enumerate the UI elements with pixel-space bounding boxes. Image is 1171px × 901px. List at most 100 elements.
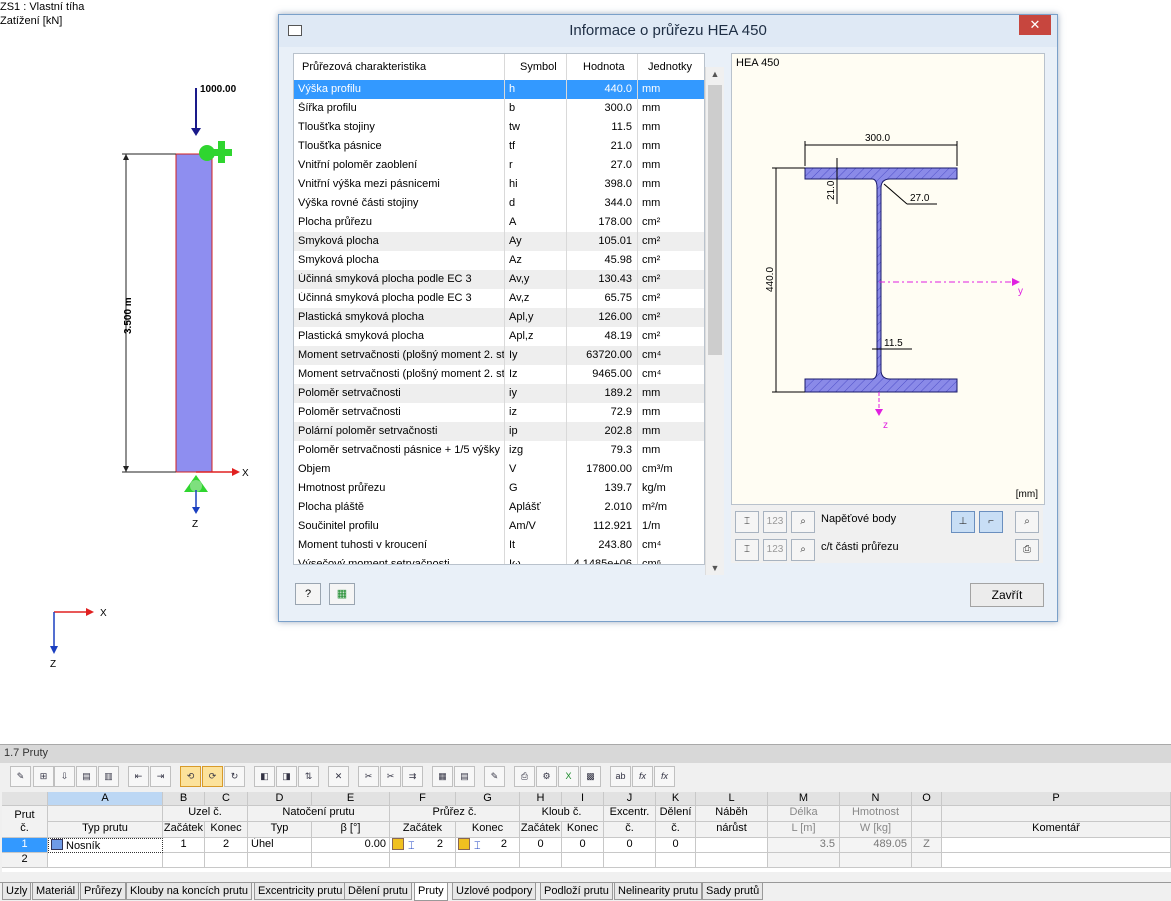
tab-6[interactable]: Pruty [414, 883, 448, 901]
col-letter-o[interactable]: O [912, 792, 942, 806]
property-row[interactable]: Smyková plocha Ay 105.01 cm² [294, 232, 704, 251]
ct-parts-toggle-icon[interactable]: ⌶ [735, 539, 759, 561]
show-axes-icon[interactable]: ⊥ [951, 511, 975, 533]
col-letter-k[interactable]: K [656, 792, 696, 806]
edit-icon[interactable]: ✎ [10, 766, 31, 787]
insert-row-icon[interactable]: ⊞ [33, 766, 54, 787]
node-start-cell[interactable]: 1 [163, 838, 205, 853]
col-letter-p[interactable]: P [942, 792, 1171, 806]
show-dimensions-icon[interactable]: ⌐ [979, 511, 1003, 533]
col-letter-i[interactable]: I [562, 792, 604, 806]
hinge-start-cell[interactable]: 0 [520, 838, 562, 853]
properties-scrollbar[interactable]: ▲ ▼ [705, 67, 724, 575]
cut-alt-icon[interactable]: ✂ [380, 766, 401, 787]
beta-cell[interactable]: 0.00 [312, 838, 390, 853]
members-grid[interactable]: A B C D E F G H I J K L M N O P Prut č. U… [2, 792, 1171, 872]
model-view[interactable]: 1000.00 3.500 m X Z X Z [0, 0, 278, 680]
member-bar[interactable] [175, 153, 213, 473]
zoom-icon[interactable]: ⌕ [1015, 511, 1039, 533]
hinge-end-cell[interactable]: 0 [562, 838, 604, 853]
export-excel-icon[interactable]: ▦ [329, 583, 355, 605]
eccentricity-cell[interactable] [604, 853, 656, 868]
ct-numbering-icon[interactable]: 123 [763, 539, 787, 561]
tab-3[interactable]: Klouby na koncích prutu [126, 883, 253, 900]
col-letter-e[interactable]: E [312, 792, 390, 806]
tab-9[interactable]: Nelinearity prutu [614, 883, 703, 900]
col-header-unit[interactable]: Jednotky [648, 61, 692, 73]
insert-below-icon[interactable]: ⇩ [54, 766, 75, 787]
col-letter-f[interactable]: F [390, 792, 456, 806]
import-icon[interactable]: ◧ [254, 766, 275, 787]
filter-alt-icon[interactable]: ⟳ [202, 766, 223, 787]
comment-cell[interactable] [942, 838, 1171, 853]
property-row[interactable]: Součinitel profilu Am/V 112.921 1/m [294, 517, 704, 536]
property-row[interactable]: Objem V 17800.00 cm³/m [294, 460, 704, 479]
col-letter-h[interactable]: H [520, 792, 562, 806]
delete-row-icon[interactable]: ▤ [76, 766, 97, 787]
tab-7[interactable]: Uzlové podpory [452, 883, 537, 900]
refresh-icon[interactable]: ↻ [224, 766, 245, 787]
close-button[interactable]: Zavřít [970, 583, 1044, 607]
property-row[interactable]: Výška rovné části stojiny d 344.0 mm [294, 194, 704, 213]
comment-cell[interactable] [942, 853, 1171, 868]
property-row[interactable]: Plastická smyková plocha Apl,z 48.19 cm² [294, 327, 704, 346]
property-row[interactable]: Výška profilu h 440.0 mm [294, 80, 704, 99]
col-letter-a[interactable]: A [48, 792, 163, 806]
col-header-property[interactable]: Průřezová charakteristika [302, 61, 426, 73]
property-row[interactable]: Plocha průřezu A 178.00 cm² [294, 213, 704, 232]
function-icon[interactable]: fx [632, 766, 653, 787]
section-end-cell[interactable]: ⌶ 2 [456, 838, 520, 853]
property-row[interactable]: Tloušťka pásnice tf 21.0 mm [294, 137, 704, 156]
table-settings-icon[interactable]: ▤ [454, 766, 475, 787]
property-row[interactable]: Poloměr setrvačnosti iz 72.9 mm [294, 403, 704, 422]
property-row[interactable]: Tloušťka stojiny tw 11.5 mm [294, 118, 704, 137]
property-row[interactable]: Hmotnost průřezu G 139.7 kg/m [294, 479, 704, 498]
col-letter-d[interactable]: D [248, 792, 312, 806]
section-start-cell[interactable]: ⌶ 2 [390, 838, 456, 853]
rotation-type-cell[interactable] [248, 853, 312, 868]
properties-table[interactable]: Průřezová charakteristika Symbol Hodnota… [293, 53, 705, 565]
eccentricity-cell[interactable]: 0 [604, 838, 656, 853]
node-end-cell[interactable] [205, 853, 248, 868]
property-row[interactable]: Moment setrvačnosti (plošný moment 2. st… [294, 346, 704, 365]
col-letter-g[interactable]: G [456, 792, 520, 806]
scroll-down-icon[interactable]: ▼ [706, 563, 724, 573]
property-row[interactable]: Výsečový moment setrvačnosti Iω 4.1485e+06… [294, 555, 704, 564]
function-clear-icon[interactable]: fx [654, 766, 675, 787]
tab-4[interactable]: Excentricity prutu [254, 883, 347, 900]
paste-icon[interactable]: ⇉ [402, 766, 423, 787]
col-header-symbol[interactable]: Symbol [520, 61, 557, 73]
division-cell[interactable]: 0 [656, 838, 696, 853]
calculator-icon[interactable]: ▩ [580, 766, 601, 787]
property-row[interactable]: Účinná smyková plocha podle EC 3 Av,y 130.… [294, 270, 704, 289]
property-row[interactable]: Poloměr setrvačnosti pásnice + 1/5 výšky… [294, 441, 704, 460]
cut-icon[interactable]: ✂ [358, 766, 379, 787]
section-drawing-panel[interactable]: HEA 450 300.0 440.0 21.0 27.0 11.5 y z [… [731, 53, 1045, 505]
taper-cell[interactable] [696, 838, 768, 853]
node-start-cell[interactable] [163, 853, 205, 868]
property-row[interactable]: Moment tuhosti v kroucení It 243.80 cm⁴ [294, 536, 704, 555]
property-row[interactable]: Poloměr setrvačnosti iy 189.2 mm [294, 384, 704, 403]
zoom-points-icon[interactable]: ⌕ [791, 511, 815, 533]
sort-icon[interactable]: ⇅ [298, 766, 319, 787]
property-row[interactable]: Vnitřní výška mezi pásnicemi hi 398.0 mm [294, 175, 704, 194]
help-icon[interactable]: ? [295, 583, 321, 605]
tab-5[interactable]: Dělení prutu [344, 883, 412, 900]
label-icon[interactable]: ab [610, 766, 631, 787]
property-row[interactable]: Polární poloměr setrvačnosti ip 202.8 mm [294, 422, 704, 441]
scroll-thumb[interactable] [708, 85, 722, 355]
row-number[interactable]: 2 [2, 853, 48, 868]
col-letter-c[interactable]: C [205, 792, 248, 806]
print-table-icon[interactable]: ⎙ [514, 766, 535, 787]
dialog-titlebar[interactable]: Informace o průřezu HEA 450 ✕ [279, 15, 1057, 47]
notes-icon[interactable]: ✎ [484, 766, 505, 787]
property-row[interactable]: Smyková plocha Az 45.98 cm² [294, 251, 704, 270]
member-type-cell[interactable]: Nosník [48, 838, 163, 853]
property-row[interactable]: Plastická smyková plocha Apl,y 126.00 cm² [294, 308, 704, 327]
clear-icon[interactable]: ▥ [98, 766, 119, 787]
section-info-dialog[interactable]: Informace o průřezu HEA 450 ✕ Průřezová … [278, 14, 1058, 622]
col-letter-n[interactable]: N [840, 792, 912, 806]
section-start-cell[interactable] [390, 853, 456, 868]
col-letter-j[interactable]: J [604, 792, 656, 806]
property-row[interactable]: Plocha pláště Aplášť 2.010 m²/m [294, 498, 704, 517]
